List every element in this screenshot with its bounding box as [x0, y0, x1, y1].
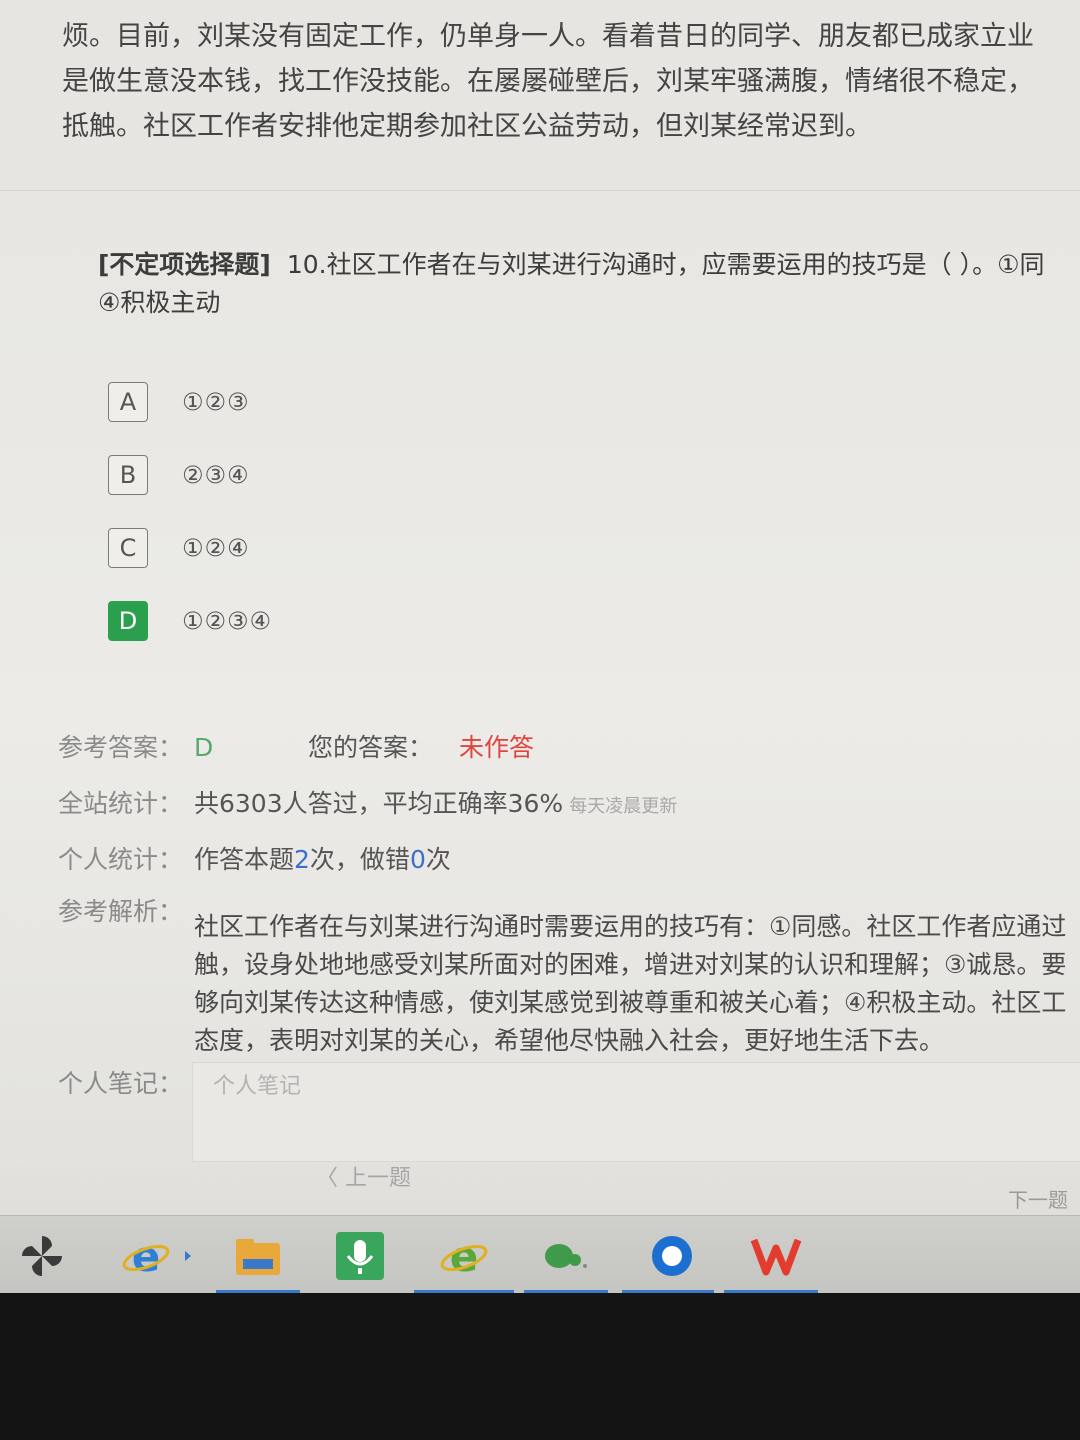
- question-stem: [不定项选择题] 10.社区工作者在与刘某进行沟通时，应需要运用的技巧是（ ）。①…: [98, 246, 1080, 322]
- site-stats-label: 全站统计：: [58, 789, 184, 818]
- prev-question-button[interactable]: 〈 上一题: [316, 1160, 411, 1192]
- option-text: ①②③: [182, 388, 250, 416]
- analysis-label-row: 参考解析：: [58, 892, 194, 928]
- question-text-continued: ④积极主动: [98, 288, 221, 317]
- question-text: 10.社区工作者在与刘某进行沟通时，应需要运用的技巧是（ ）。①同: [286, 250, 1045, 279]
- monitor-bezel: [0, 1293, 1080, 1440]
- analysis-line: 态度，表明对刘某的关心，希望他尽快融入社会，更好地生活下去。: [194, 1026, 945, 1055]
- site-stats-note: 每天凌晨更新: [569, 796, 678, 817]
- site-stats-row: 全站统计： 共6303人答过，平均正确率36% 每天凌晨更新: [58, 784, 677, 820]
- passage-line: 是做生意没本钱，找工作没技能。在屡屡碰壁后，刘某牢骚满腹，情绪很不稳定，: [62, 66, 1034, 97]
- analysis-line: 触，设身处地地感受刘某所面对的困难，增进对刘某的认识和理解；③诚恳。要: [194, 950, 1067, 979]
- svg-text:e: e: [132, 1232, 161, 1281]
- personal-stats-mid: 次，做错: [309, 845, 410, 874]
- note-box[interactable]: [192, 1062, 1080, 1162]
- personal-stats-prefix: 作答本题: [194, 845, 295, 874]
- note-input[interactable]: [211, 1073, 815, 1100]
- option-text: ②③④: [182, 461, 250, 489]
- question-type: [不定项选择题]: [98, 250, 271, 279]
- ie-browser-icon[interactable]: e: [118, 1228, 174, 1284]
- ref-answer-label: 参考答案：: [58, 733, 184, 762]
- note-label-row: 个人笔记：: [58, 1064, 194, 1100]
- blue-circle-app-icon[interactable]: [644, 1228, 700, 1284]
- answer-options: A ①②③ B ②③④ C ①②④ D ①②③④: [108, 380, 272, 672]
- option-d[interactable]: D ①②③④: [108, 599, 272, 643]
- passage-line: 烦。目前，刘某没有固定工作，仍单身一人。看着昔日的同学、朋友都已成家立业: [62, 21, 1034, 52]
- your-answer-label: 您的答案：: [308, 733, 434, 762]
- answer-row: 参考答案： D 您的答案： 未作答: [58, 728, 534, 764]
- option-letter[interactable]: A: [108, 382, 148, 422]
- next-question-button[interactable]: 下一题: [1008, 1184, 1068, 1213]
- svg-text:e: e: [450, 1232, 479, 1281]
- analysis-line: 够向刘某传达这种情感，使刘某感觉到被尊重和被关心着；④积极主动。社区工: [194, 988, 1067, 1017]
- answer-count: 2: [294, 845, 310, 874]
- option-letter[interactable]: C: [108, 528, 148, 568]
- passage-line: 抵触。社区工作者安排他定期参加社区公益劳动，但刘某经常迟到。: [62, 111, 872, 142]
- personal-stats-suffix: 次: [425, 845, 451, 874]
- file-explorer-icon[interactable]: [230, 1228, 286, 1284]
- option-c[interactable]: C ①②④: [108, 526, 272, 570]
- question-passage: 烦。目前，刘某没有固定工作，仍单身一人。看着昔日的同学、朋友都已成家立业 是做生…: [62, 14, 1080, 149]
- site-stats-text: 共6303人答过，平均正确率36%: [194, 789, 564, 818]
- analysis-line: 社区工作者在与刘某进行沟通时需要运用的技巧有：①同感。社区工作者应通过: [194, 912, 1067, 941]
- personal-stats-label: 个人统计：: [58, 845, 184, 874]
- chevron-right-icon[interactable]: [178, 1228, 198, 1284]
- note-label: 个人笔记：: [58, 1069, 184, 1098]
- option-letter-selected[interactable]: D: [108, 601, 148, 641]
- your-answer-value: 未作答: [459, 733, 535, 762]
- wrong-count: 0: [409, 845, 426, 874]
- personal-stats-row: 个人统计： 作答本题2次，做错0次: [58, 840, 451, 876]
- option-b[interactable]: B ②③④: [108, 453, 272, 497]
- voice-recorder-icon[interactable]: [332, 1228, 388, 1284]
- option-text: ①②③④: [182, 607, 273, 635]
- option-a[interactable]: A ①②③: [108, 380, 272, 424]
- wps-office-icon[interactable]: [748, 1228, 804, 1284]
- green-app-icon[interactable]: [536, 1228, 592, 1284]
- option-letter[interactable]: B: [108, 455, 148, 495]
- pinwheel-app-icon[interactable]: [14, 1228, 70, 1284]
- ref-answer-value: D: [194, 733, 214, 762]
- analysis-label: 参考解析：: [58, 897, 184, 926]
- analysis-text: 社区工作者在与刘某进行沟通时需要运用的技巧有：①同感。社区工作者应通过 触，设身…: [194, 908, 1080, 1060]
- taskbar: e e: [0, 1215, 1080, 1294]
- ie-green-browser-icon[interactable]: e: [436, 1228, 492, 1284]
- option-text: ①②④: [182, 534, 250, 562]
